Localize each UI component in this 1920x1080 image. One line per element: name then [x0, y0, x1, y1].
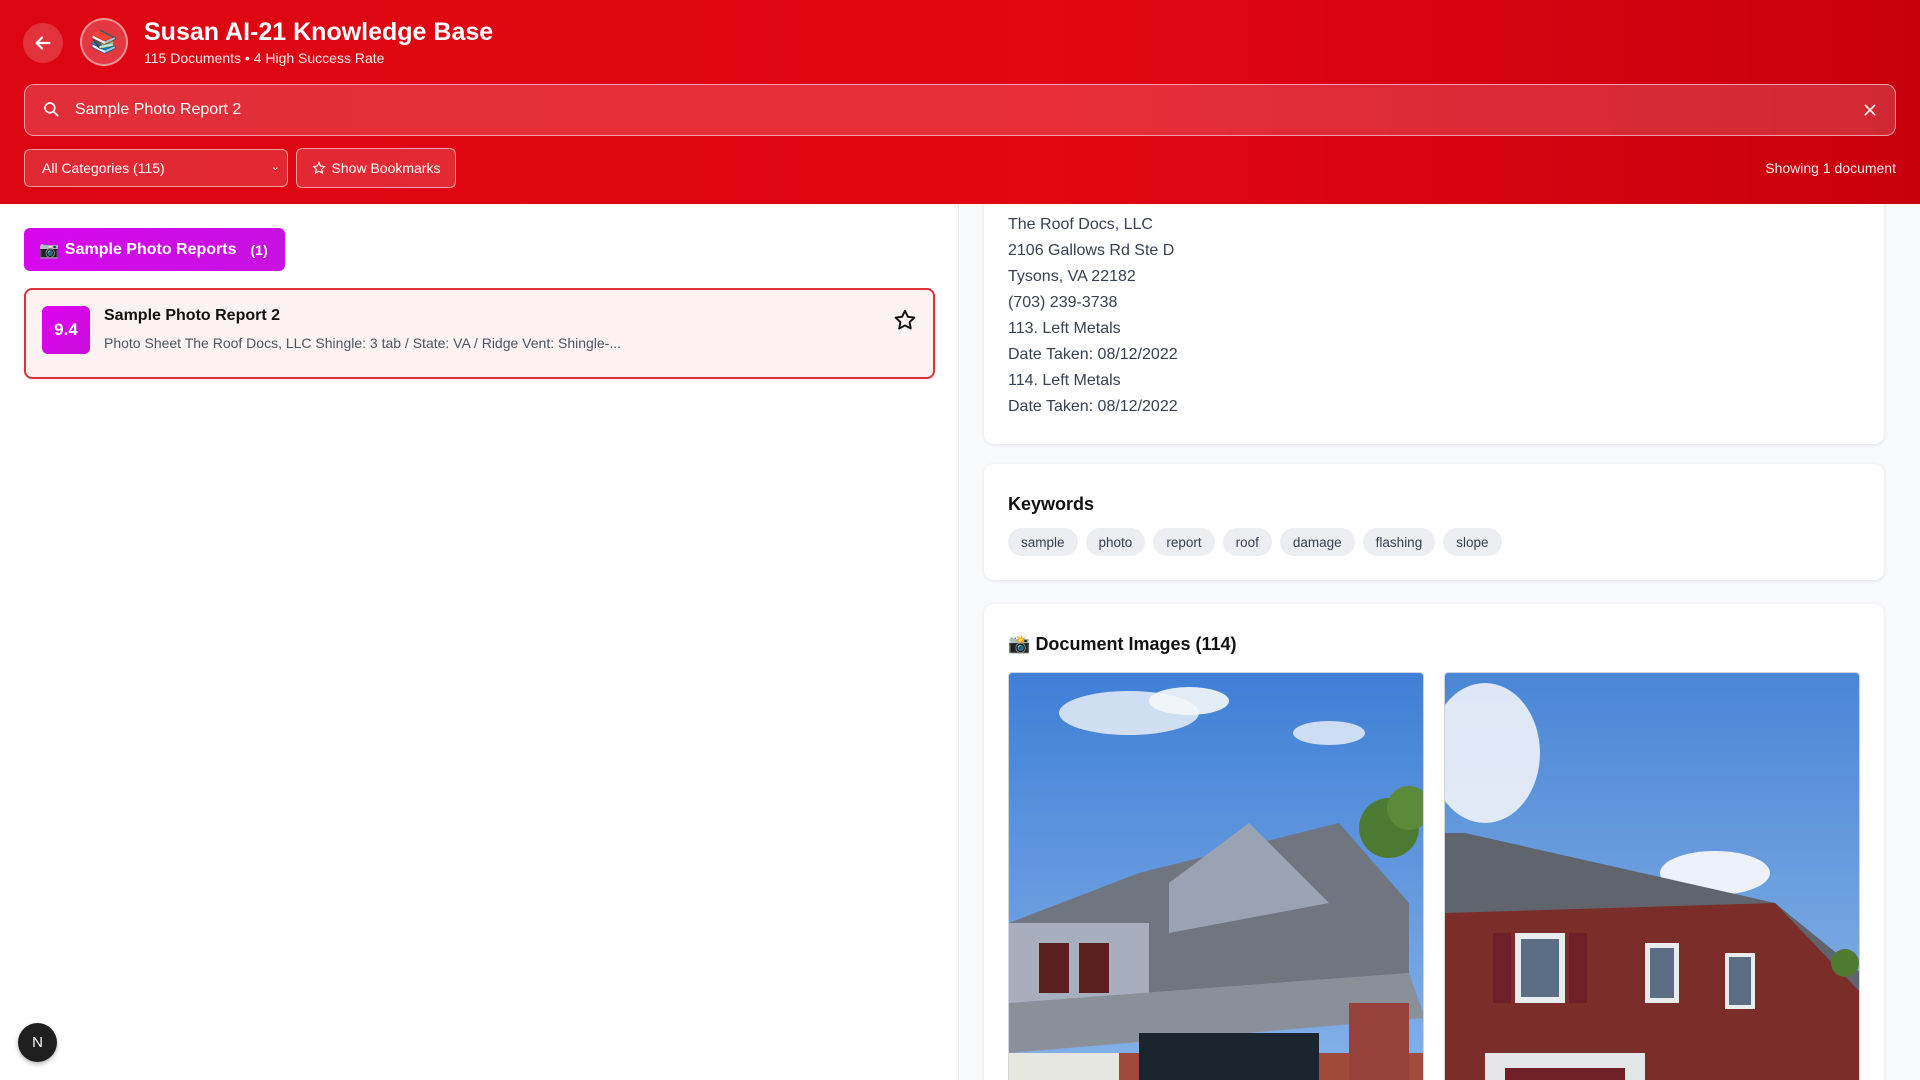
keyword-chip[interactable]: flashing — [1362, 528, 1436, 556]
bookmark-button[interactable] — [893, 308, 917, 337]
keyword-chip[interactable]: photo — [1085, 528, 1146, 556]
keyword-chip[interactable]: sample — [1008, 528, 1078, 556]
arrow-left-icon — [35, 36, 51, 50]
category-tag-count: (1) — [250, 241, 268, 258]
back-button[interactable] — [23, 23, 63, 63]
search-icon — [44, 102, 59, 117]
document-image[interactable] — [1444, 672, 1860, 1080]
house-photo-image — [1445, 673, 1859, 1080]
content-line: 113. Left Metals — [1008, 320, 1121, 337]
results-count: Showing 1 document — [1765, 160, 1896, 176]
document-image[interactable] — [1008, 672, 1424, 1080]
document-content-card: The Roof Docs, LLC 2106 Gallows Rd Ste D… — [984, 204, 1884, 444]
star-icon — [894, 309, 916, 330]
keywords-card: Keywords sample photo report roof damage… — [984, 464, 1884, 580]
content-line: Tysons, VA 22182 — [1008, 268, 1136, 285]
camera-icon: 📷 — [39, 241, 59, 259]
content-line: Date Taken: 08/12/2022 — [1008, 346, 1178, 363]
app-header: 📚 Susan AI-21 Knowledge Base 115 Documen… — [0, 0, 1920, 204]
search-bar — [24, 84, 1896, 136]
keywords-heading: Keywords — [1008, 494, 1095, 514]
keyword-chip[interactable]: damage — [1279, 528, 1355, 556]
document-detail-panel[interactable]: The Roof Docs, LLC 2106 Gallows Rd Ste D… — [960, 204, 1920, 1080]
camera-flash-icon: 📸 — [1008, 634, 1031, 654]
books-icon: 📚 — [80, 18, 128, 66]
search-input[interactable] — [75, 85, 1835, 134]
category-tag[interactable]: 📷 Sample Photo Reports (1) — [24, 228, 285, 271]
document-snippet: Photo Sheet The Roof Docs, LLC Shingle: … — [104, 335, 622, 351]
document-card[interactable]: 9.4 Sample Photo Report 2 Photo Sheet Th… — [24, 288, 935, 379]
chevron-down-icon: ⌄ — [270, 161, 280, 173]
document-images-card: 📸 Document Images (114) — [984, 604, 1884, 1080]
keyword-chip[interactable]: roof — [1222, 528, 1272, 556]
content-line: Date Taken: 08/12/2022 — [1008, 398, 1178, 415]
score-badge: 9.4 — [42, 306, 90, 354]
content-line: The Roof Docs, LLC — [1008, 216, 1153, 233]
clear-search-button[interactable] — [1859, 99, 1881, 121]
keyword-chip[interactable]: slope — [1443, 528, 1502, 556]
category-select-value: All Categories (115) — [42, 160, 165, 176]
content-line: 114. Left Metals — [1008, 372, 1121, 389]
show-bookmarks-label: Show Bookmarks — [331, 160, 441, 176]
category-tag-label: Sample Photo Reports — [64, 240, 237, 258]
page-title: Susan AI-21 Knowledge Base — [144, 18, 494, 46]
keyword-list: sample photo report roof damage flashing… — [1008, 528, 1502, 556]
content-line: (703) 239-3738 — [1008, 294, 1118, 311]
document-images-title: Document Images (114) — [1035, 634, 1237, 654]
page-subtitle: 115 Documents • 4 High Success Rate — [144, 50, 385, 66]
results-panel: 📷 Sample Photo Reports (1) 9.4 Sample Ph… — [0, 204, 959, 1080]
close-icon — [1864, 104, 1876, 116]
document-images-heading: 📸 Document Images (114) — [1008, 634, 1237, 655]
category-select[interactable]: All Categories (115) ⌄ — [24, 149, 288, 187]
dev-tools-badge[interactable]: N — [18, 1023, 57, 1062]
star-outline-icon — [311, 161, 326, 175]
content-line: 2106 Gallows Rd Ste D — [1008, 242, 1175, 259]
house-photo-image — [1009, 673, 1423, 1080]
show-bookmarks-button[interactable]: Show Bookmarks — [296, 148, 456, 188]
keyword-chip[interactable]: report — [1153, 528, 1215, 556]
document-title: Sample Photo Report 2 — [104, 307, 281, 324]
